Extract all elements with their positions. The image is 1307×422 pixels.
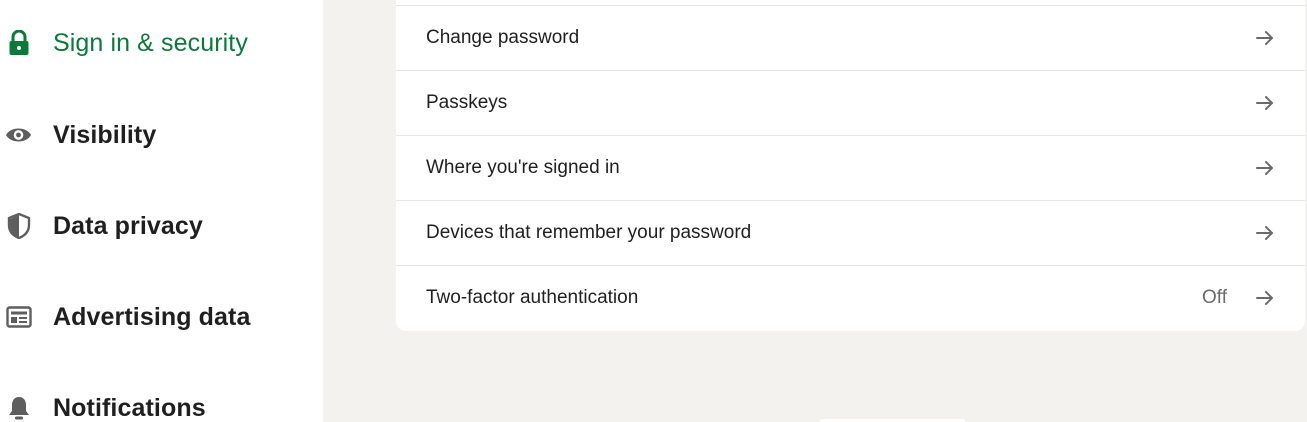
sidebar-item-notifications[interactable]: Notifications bbox=[0, 383, 323, 422]
bell-icon bbox=[5, 395, 32, 422]
arrow-right-icon bbox=[1255, 288, 1275, 308]
two-factor-authentication-row[interactable]: Two-factor authentication Off bbox=[396, 265, 1305, 329]
row-label: Where you're signed in bbox=[426, 156, 620, 178]
eye-icon bbox=[5, 122, 32, 149]
lock-icon bbox=[5, 30, 32, 57]
where-signed-in-row[interactable]: Where you're signed in bbox=[396, 135, 1305, 199]
sidebar-item-label: Notifications bbox=[53, 393, 206, 422]
remembered-devices-row[interactable]: Devices that remember your password bbox=[396, 200, 1305, 264]
sidebar-item-label: Sign in & security bbox=[53, 28, 248, 57]
arrow-right-icon bbox=[1255, 158, 1275, 178]
arrow-right-icon bbox=[1255, 28, 1275, 48]
row-label: Passkeys bbox=[426, 91, 508, 113]
newspaper-icon bbox=[5, 304, 32, 331]
sidebar-item-label: Advertising data bbox=[53, 302, 251, 331]
sidebar-item-data-privacy[interactable]: Data privacy bbox=[0, 201, 323, 251]
shield-icon bbox=[5, 213, 32, 240]
row-label: Change password bbox=[426, 26, 580, 48]
arrow-right-icon bbox=[1255, 223, 1275, 243]
sidebar-item-label: Data privacy bbox=[53, 211, 203, 240]
sidebar-item-visibility[interactable]: Visibility bbox=[0, 110, 323, 160]
settings-sidebar: Sign in & security Visibility Data priva… bbox=[0, 0, 323, 422]
sidebar-item-sign-in-security[interactable]: Sign in & security bbox=[0, 18, 323, 68]
two-factor-status: Off bbox=[1202, 286, 1227, 308]
passkeys-row[interactable]: Passkeys bbox=[396, 70, 1305, 134]
sidebar-item-label: Visibility bbox=[53, 120, 157, 149]
sidebar-item-advertising-data[interactable]: Advertising data bbox=[0, 292, 323, 342]
change-password-row[interactable]: Change password bbox=[396, 5, 1305, 69]
row-label: Devices that remember your password bbox=[426, 221, 752, 243]
security-settings-card: Change password Passkeys Where you're si… bbox=[396, 0, 1305, 331]
row-label: Two-factor authentication bbox=[426, 286, 639, 308]
arrow-right-icon bbox=[1255, 93, 1275, 113]
